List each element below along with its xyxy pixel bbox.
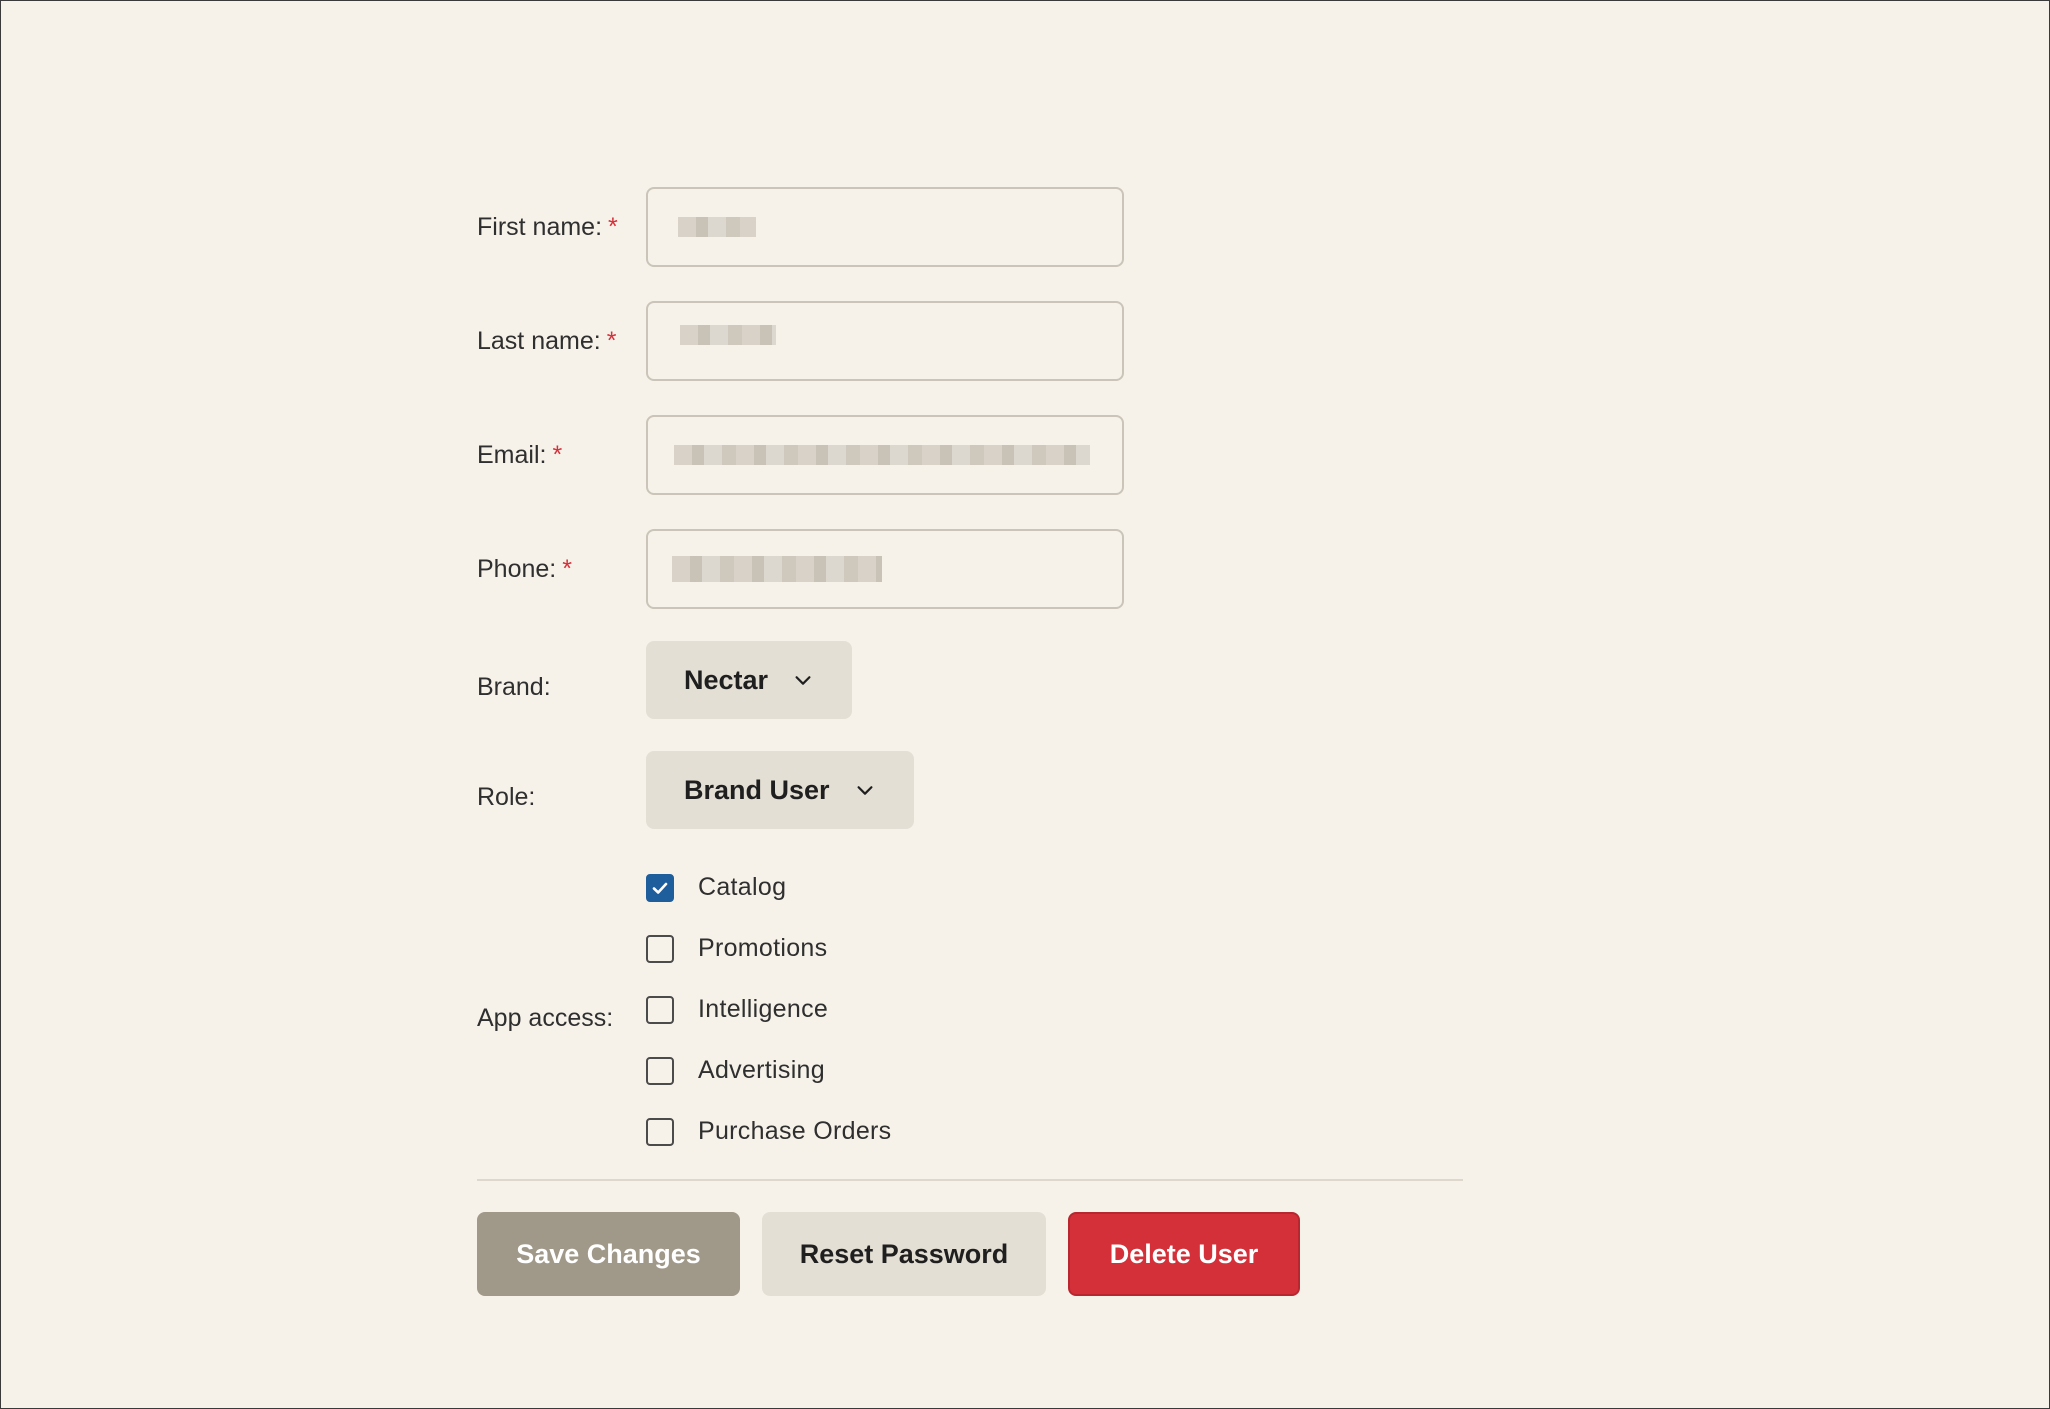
reset-password-button[interactable]: Reset Password	[762, 1212, 1046, 1296]
required-marker: *	[608, 212, 618, 241]
checkbox[interactable]	[646, 873, 674, 902]
last-name-field-wrap	[646, 301, 1124, 381]
app-access-option-promotions[interactable]: Promotions	[646, 918, 891, 979]
app-access-label: App access:	[477, 1004, 614, 1032]
app-access-row: App access: Catalog Promotions Intellige…	[477, 857, 1463, 1162]
form-divider	[477, 1179, 1463, 1181]
chevron-down-icon	[857, 786, 873, 795]
role-label: Role:	[477, 782, 536, 811]
checkbox[interactable]	[646, 1117, 674, 1146]
save-changes-button[interactable]: Save Changes	[477, 1212, 740, 1296]
last-name-label: Last name: *	[477, 326, 617, 355]
brand-selected-value: Nectar	[684, 664, 769, 695]
email-input[interactable]	[646, 415, 1124, 495]
role-selected-value: Brand User	[684, 774, 830, 805]
first-name-label: First name: *	[477, 212, 618, 241]
checkbox[interactable]	[646, 1056, 674, 1085]
app-access-option-intelligence[interactable]: Intelligence	[646, 979, 891, 1040]
chevron-down-icon	[795, 676, 811, 685]
required-marker: *	[562, 554, 572, 583]
checkbox[interactable]	[646, 995, 674, 1024]
phone-field-wrap	[646, 529, 1124, 609]
option-label: Advertising	[698, 1056, 825, 1084]
role-dropdown[interactable]: Brand User	[646, 751, 914, 829]
option-label: Promotions	[698, 934, 828, 962]
brand-dropdown[interactable]: Nectar	[646, 641, 853, 719]
app-access-option-purchase-orders[interactable]: Purchase Orders	[646, 1101, 891, 1162]
email-label: Email: *	[477, 440, 563, 469]
first-name-field-wrap	[646, 187, 1124, 267]
option-label: Purchase Orders	[698, 1117, 892, 1145]
phone-row: Phone: *	[477, 527, 1463, 611]
brand-row: Brand: Nectar	[477, 641, 1463, 719]
role-row: Role: Brand User	[477, 751, 1463, 829]
option-label: Catalog	[698, 873, 787, 901]
first-name-input[interactable]	[646, 187, 1124, 267]
checkbox[interactable]	[646, 934, 674, 963]
phone-label: Phone: *	[477, 554, 572, 583]
first-name-row: First name: *	[477, 185, 1463, 269]
app-access-option-advertising[interactable]: Advertising	[646, 1040, 891, 1101]
email-row: Email: *	[477, 413, 1463, 497]
required-marker: *	[552, 440, 563, 469]
user-form: First name: * Last name: * Email: * Phon…	[477, 185, 1463, 1162]
last-name-input[interactable]	[646, 301, 1124, 381]
app-access-option-catalog[interactable]: Catalog	[646, 857, 891, 918]
phone-input[interactable]	[646, 529, 1124, 609]
option-label: Intelligence	[698, 995, 829, 1023]
brand-label: Brand:	[477, 672, 551, 701]
check-icon	[652, 882, 668, 894]
delete-user-button[interactable]: Delete User	[1068, 1212, 1300, 1296]
required-marker: *	[606, 326, 617, 355]
action-bar: Save Changes Reset Password Delete User	[477, 1212, 1300, 1296]
last-name-row: Last name: *	[477, 299, 1463, 383]
email-field-wrap	[646, 415, 1124, 495]
app-access-checklist: Catalog Promotions Intelligence Advertis…	[646, 857, 891, 1162]
